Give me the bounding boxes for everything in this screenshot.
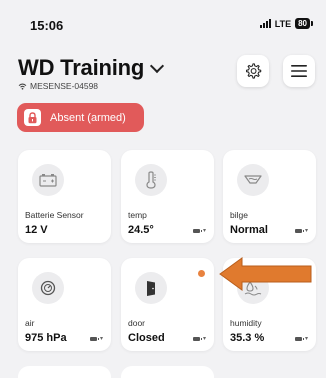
thermometer-icon	[135, 164, 167, 196]
network-label: LTE	[274, 18, 292, 29]
device-status: ▾	[89, 336, 103, 342]
wifi-small-icon: ▾	[202, 336, 206, 342]
alert-dot	[198, 270, 205, 277]
device-card-partial[interactable]	[121, 366, 214, 378]
device-value: 12 V	[25, 224, 48, 236]
battery-small-icon	[294, 229, 304, 233]
location-selector[interactable]: WD Training	[18, 55, 165, 81]
door-icon	[135, 272, 167, 304]
wifi-small-icon: ▾	[304, 228, 308, 234]
chevron-down-icon[interactable]	[150, 58, 165, 73]
device-status: ▾	[294, 336, 308, 342]
device-value: 975 hPa	[25, 332, 67, 344]
annotation-arrow-icon	[219, 257, 312, 291]
device-card-air[interactable]: air 975 hPa ▾	[18, 258, 111, 351]
device-value: Normal	[230, 224, 268, 236]
device-name: air	[25, 318, 35, 328]
status-time: 15:06	[30, 18, 64, 33]
device-card-partial[interactable]	[18, 366, 111, 378]
device-value: 24.5°	[128, 224, 154, 236]
battery-indicator: 80	[295, 18, 313, 29]
device-value: 35.3 %	[230, 332, 265, 344]
hamburger-icon	[291, 65, 307, 77]
menu-button[interactable]	[283, 55, 315, 87]
device-name: bilge	[230, 210, 248, 220]
device-id: MESENSE-04598	[30, 81, 99, 91]
battery-small-icon	[89, 337, 99, 341]
battery-icon	[32, 164, 64, 196]
battery-small-icon	[192, 337, 202, 341]
gear-icon	[246, 63, 262, 79]
bilge-icon	[237, 164, 269, 196]
device-card-batterie-sensor[interactable]: Batterie Sensor 12 V	[18, 150, 111, 243]
settings-button[interactable]	[237, 55, 269, 87]
device-subtitle: MESENSE-04598	[18, 81, 162, 91]
device-card-door[interactable]: door Closed ▾	[121, 258, 214, 351]
device-status: ▾	[192, 228, 206, 234]
wifi-small-icon: ▾	[202, 228, 206, 234]
device-name: temp	[128, 210, 147, 220]
status-bar: 15:06 LTE 80	[0, 0, 326, 40]
gauge-icon	[32, 272, 64, 304]
signal-icon	[259, 19, 271, 28]
status-indicators: LTE 80	[259, 18, 313, 29]
device-status: ▾	[192, 336, 206, 342]
lock-icon	[24, 109, 41, 126]
device-name: humidity	[230, 318, 262, 328]
device-name: door	[128, 318, 146, 328]
page-title[interactable]: WD Training	[18, 55, 144, 81]
header: WD Training MESENSE-04598	[18, 55, 165, 91]
wifi-small-icon: ▾	[304, 336, 308, 342]
wifi-small-icon: ▾	[99, 336, 103, 342]
device-status: ▾	[294, 228, 308, 234]
wifi-icon	[18, 83, 27, 90]
security-mode-label: Absent (armed)	[50, 111, 126, 124]
device-card-bilge[interactable]: bilge Normal ▾	[223, 150, 316, 243]
device-name: Batterie Sensor	[25, 210, 84, 220]
device-value: Closed	[128, 332, 165, 344]
battery-small-icon	[294, 337, 304, 341]
battery-small-icon	[192, 229, 202, 233]
device-card-temp[interactable]: temp 24.5° ▾	[121, 150, 214, 243]
security-mode-button[interactable]: Absent (armed)	[17, 103, 144, 132]
